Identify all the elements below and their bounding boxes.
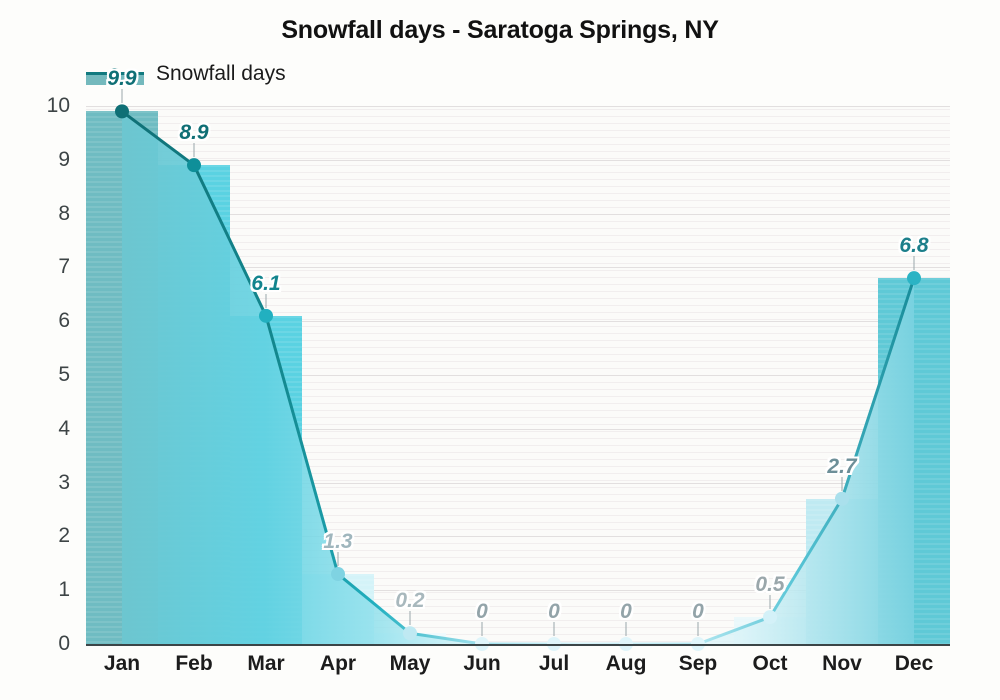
x-axis-tick-oct: Oct bbox=[752, 652, 788, 675]
data-label-nov: 2.7 bbox=[827, 454, 857, 478]
y-axis-tick-5: 5 bbox=[58, 363, 70, 386]
y-axis-tick-8: 8 bbox=[58, 201, 70, 225]
data-label-dec: 6.8 bbox=[899, 234, 929, 258]
x-axis-tick-jan: Jan bbox=[103, 652, 141, 675]
data-label-connector-nov bbox=[841, 476, 843, 491]
marker-apr[interactable] bbox=[331, 567, 345, 582]
data-label-connector-sep bbox=[697, 622, 699, 636]
chart-title: Snowfall days - Saratoga Springs, NY bbox=[281, 16, 719, 44]
x-axis-tick-aug: Aug bbox=[605, 652, 647, 675]
data-label-feb: 8.9 bbox=[179, 121, 209, 145]
line-series-overlay bbox=[115, 104, 921, 651]
y-axis-tick-9: 9 bbox=[58, 147, 70, 171]
plot-area: 9.9 8.9 6.1 1.3 0.2 0 0 0 0 0.5 2.7 6.8 bbox=[86, 67, 950, 651]
data-label-jun: 0 bbox=[476, 600, 488, 623]
x-axis-tick-jun: Jun bbox=[463, 652, 501, 675]
chart-container: Snowfall days - Saratoga Springs, NY Sno… bbox=[0, 0, 1000, 700]
data-label-connector-jun bbox=[481, 622, 483, 636]
x-axis-tick-dec: Dec bbox=[894, 652, 934, 675]
marker-feb[interactable] bbox=[187, 158, 201, 173]
data-label-sep: 0 bbox=[692, 600, 704, 623]
data-label-connector-jan bbox=[121, 89, 123, 104]
data-label-aug: 0 bbox=[620, 600, 632, 623]
data-label-connector-oct bbox=[769, 595, 771, 610]
y-axis-labels: 0 1 2 3 4 5 6 7 8 9 10 bbox=[8, 94, 70, 655]
y-axis-tick-1: 1 bbox=[58, 578, 70, 602]
data-label-mar: 6.1 bbox=[251, 271, 281, 295]
y-axis-tick-7: 7 bbox=[58, 255, 70, 279]
marker-oct[interactable] bbox=[763, 610, 777, 625]
x-axis-tick-jul: Jul bbox=[538, 652, 570, 675]
y-axis-tick-0: 0 bbox=[58, 632, 70, 655]
x-axis-line bbox=[86, 644, 950, 646]
marker-nov[interactable] bbox=[835, 491, 849, 506]
data-label-connector-may bbox=[409, 611, 411, 626]
x-axis-tick-apr: Apr bbox=[319, 652, 357, 675]
data-label-connector-aug bbox=[625, 622, 627, 636]
data-label-apr: 1.3 bbox=[323, 530, 353, 554]
x-axis-tick-sep: Sep bbox=[678, 652, 718, 675]
y-axis-tick-3: 3 bbox=[58, 470, 70, 494]
data-label-jan: 9.9 bbox=[107, 67, 137, 91]
x-axis-tick-mar: Mar bbox=[247, 652, 285, 675]
data-label-connector-mar bbox=[265, 293, 267, 308]
data-label-connector-dec bbox=[913, 256, 915, 271]
marker-mar[interactable] bbox=[259, 308, 273, 323]
x-axis-tick-may: May bbox=[389, 652, 431, 675]
legend-label-snowfall-days: Snowfall days bbox=[156, 62, 286, 85]
data-label-jul: 0 bbox=[548, 600, 560, 623]
x-axis-tick-feb: Feb bbox=[175, 652, 213, 675]
y-axis-tick-6: 6 bbox=[58, 309, 70, 333]
data-label-oct: 0.5 bbox=[755, 573, 785, 597]
x-axis-labels: Jan Feb Mar Apr May Jun Jul Aug Sep Oct Nov Dec bbox=[86, 652, 950, 686]
data-label-connector-jul bbox=[553, 622, 555, 636]
marker-jan[interactable] bbox=[115, 104, 129, 119]
y-axis-tick-10: 10 bbox=[46, 94, 70, 117]
area-fill bbox=[122, 111, 914, 644]
x-axis-tick-nov: Nov bbox=[822, 652, 862, 675]
marker-may[interactable] bbox=[403, 626, 417, 641]
y-axis-tick-2: 2 bbox=[58, 524, 70, 548]
data-label-may: 0.2 bbox=[395, 589, 425, 613]
y-axis-tick-4: 4 bbox=[58, 416, 70, 440]
marker-dec[interactable] bbox=[907, 271, 921, 286]
data-label-connector-feb bbox=[193, 143, 195, 158]
data-label-connector-apr bbox=[337, 552, 339, 567]
